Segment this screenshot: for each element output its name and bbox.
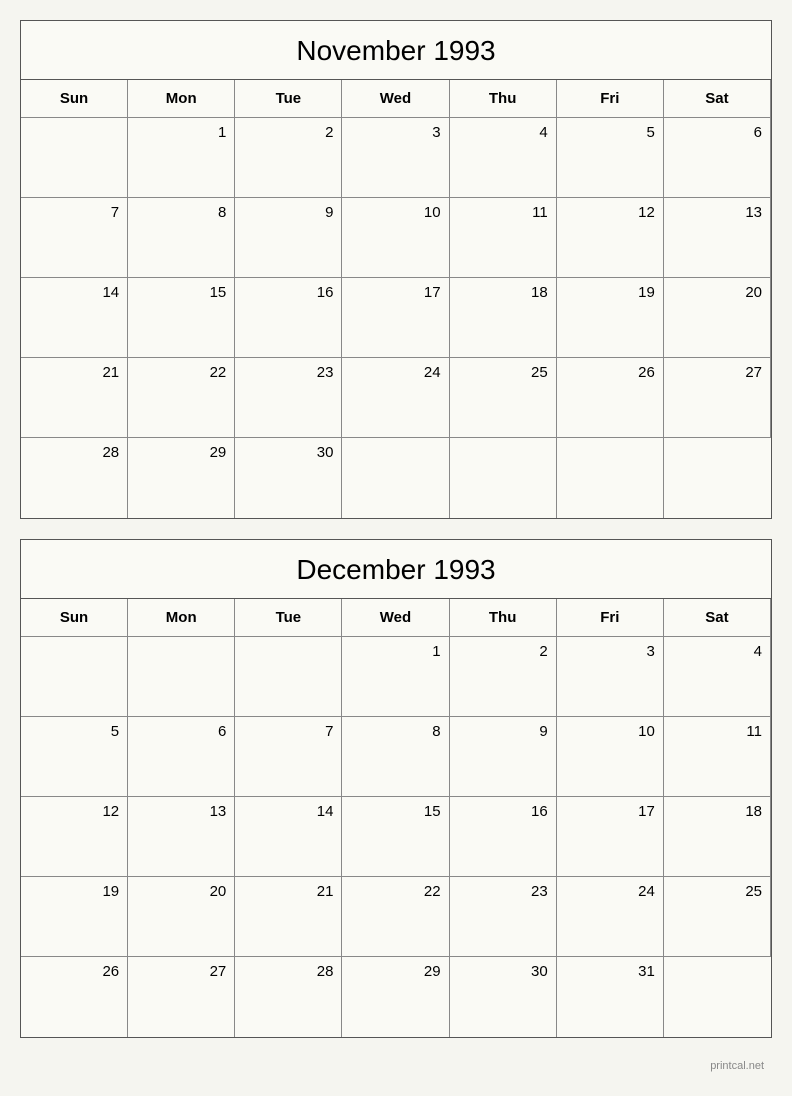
table-row: 31 <box>557 957 664 1037</box>
table-row: 8 <box>128 198 235 278</box>
table-row: 25 <box>664 877 771 957</box>
november-title: November 1993 <box>21 21 771 80</box>
header-thu: Thu <box>450 599 557 637</box>
watermark-text: printcal.net <box>20 1058 772 1076</box>
header-wed: Wed <box>342 80 449 118</box>
table-row: 10 <box>557 717 664 797</box>
december-calendar: December 1993 Sun Mon Tue Wed Thu Fri Sa… <box>20 539 772 1038</box>
table-row: 21 <box>235 877 342 957</box>
table-row: 11 <box>450 198 557 278</box>
table-row: 10 <box>342 198 449 278</box>
table-row: 4 <box>664 637 771 717</box>
table-row: 12 <box>557 198 664 278</box>
table-row: 27 <box>664 358 771 438</box>
table-row: 17 <box>342 278 449 358</box>
header-wed: Wed <box>342 599 449 637</box>
table-row: 18 <box>664 797 771 877</box>
table-row: 26 <box>21 957 128 1037</box>
header-mon: Mon <box>128 80 235 118</box>
table-row <box>450 438 557 518</box>
table-row: 2 <box>450 637 557 717</box>
table-row: 15 <box>128 278 235 358</box>
table-row: 14 <box>235 797 342 877</box>
table-row: 1 <box>342 637 449 717</box>
table-row: 3 <box>557 637 664 717</box>
table-row: 28 <box>235 957 342 1037</box>
table-row <box>235 637 342 717</box>
header-mon: Mon <box>128 599 235 637</box>
table-row <box>664 957 771 1037</box>
table-row: 8 <box>342 717 449 797</box>
table-row: 1 <box>128 118 235 198</box>
table-row <box>664 438 771 518</box>
table-row: 24 <box>342 358 449 438</box>
table-row: 29 <box>342 957 449 1037</box>
table-row <box>557 438 664 518</box>
header-tue: Tue <box>235 80 342 118</box>
table-row: 16 <box>450 797 557 877</box>
table-row: 21 <box>21 358 128 438</box>
table-row: 22 <box>342 877 449 957</box>
table-row: 2 <box>235 118 342 198</box>
december-grid: Sun Mon Tue Wed Thu Fri Sat 1 2 3 4 5 6 … <box>21 599 771 1037</box>
table-row <box>21 637 128 717</box>
table-row <box>342 438 449 518</box>
table-row: 19 <box>557 278 664 358</box>
table-row: 17 <box>557 797 664 877</box>
table-row: 9 <box>450 717 557 797</box>
table-row: 24 <box>557 877 664 957</box>
table-row: 6 <box>128 717 235 797</box>
header-fri: Fri <box>557 80 664 118</box>
table-row: 29 <box>128 438 235 518</box>
header-sun: Sun <box>21 80 128 118</box>
table-row: 14 <box>21 278 128 358</box>
table-row: 18 <box>450 278 557 358</box>
table-row: 20 <box>128 877 235 957</box>
table-row: 22 <box>128 358 235 438</box>
table-row: 7 <box>21 198 128 278</box>
table-row: 4 <box>450 118 557 198</box>
table-row: 20 <box>664 278 771 358</box>
table-row: 6 <box>664 118 771 198</box>
header-sat: Sat <box>664 80 771 118</box>
table-row: 25 <box>450 358 557 438</box>
table-row: 19 <box>21 877 128 957</box>
table-row: 7 <box>235 717 342 797</box>
header-sat: Sat <box>664 599 771 637</box>
table-row: 23 <box>235 358 342 438</box>
table-row: 30 <box>450 957 557 1037</box>
november-calendar: November 1993 Sun Mon Tue Wed Thu Fri Sa… <box>20 20 772 519</box>
table-row: 13 <box>664 198 771 278</box>
table-row: 5 <box>557 118 664 198</box>
table-row: 15 <box>342 797 449 877</box>
table-row: 12 <box>21 797 128 877</box>
table-row <box>128 637 235 717</box>
table-row: 28 <box>21 438 128 518</box>
table-row: 5 <box>21 717 128 797</box>
december-title: December 1993 <box>21 540 771 599</box>
table-row: 26 <box>557 358 664 438</box>
header-sun: Sun <box>21 599 128 637</box>
table-row: 23 <box>450 877 557 957</box>
november-grid: Sun Mon Tue Wed Thu Fri Sat 1 2 3 4 5 6 … <box>21 80 771 518</box>
table-row: 13 <box>128 797 235 877</box>
header-fri: Fri <box>557 599 664 637</box>
table-row: 11 <box>664 717 771 797</box>
table-row: 9 <box>235 198 342 278</box>
header-thu: Thu <box>450 80 557 118</box>
table-row: 3 <box>342 118 449 198</box>
table-row: 27 <box>128 957 235 1037</box>
table-row <box>21 118 128 198</box>
header-tue: Tue <box>235 599 342 637</box>
table-row: 30 <box>235 438 342 518</box>
table-row: 16 <box>235 278 342 358</box>
